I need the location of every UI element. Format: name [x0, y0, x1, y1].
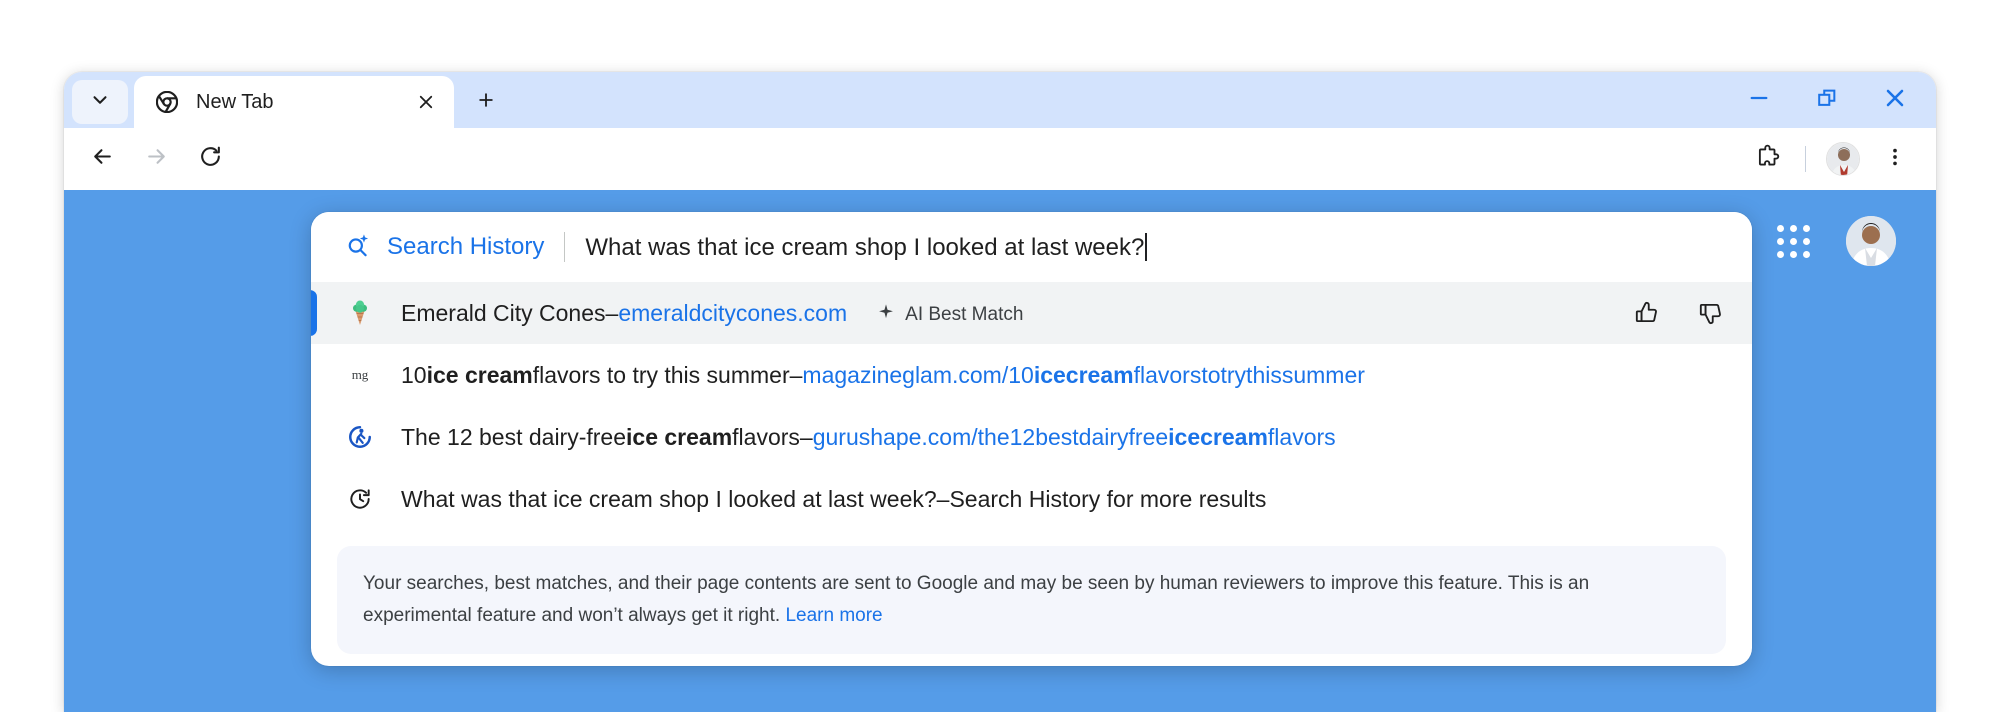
learn-more-link[interactable]: Learn more	[785, 605, 882, 626]
restore-icon	[1816, 87, 1838, 114]
suggestion-title-pre: 10	[401, 362, 427, 389]
suggestion-title-post: flavors	[732, 424, 800, 451]
sparkle-icon	[877, 303, 895, 327]
suggestion-url-match: icecream	[1034, 362, 1134, 389]
suggestion-url: emeraldcitycones.com	[618, 300, 847, 327]
omnibox-dropdown: Search History What was that ice cream s…	[311, 212, 1752, 666]
puzzle-piece-icon	[1755, 144, 1781, 175]
close-icon[interactable]	[412, 88, 440, 116]
suggestion-row-magazineglam[interactable]: mg 10 ice cream flavors to try this summ…	[311, 344, 1752, 406]
browser-toolbar	[64, 128, 1936, 190]
text-caret	[1145, 233, 1147, 261]
suggestion-url-post: flavors	[1268, 424, 1336, 451]
extensions-button[interactable]	[1745, 136, 1791, 182]
back-button[interactable]	[78, 135, 126, 183]
avatar	[1826, 142, 1860, 176]
account-avatar[interactable]	[1846, 216, 1896, 266]
magazineglam-favicon-text: mg	[347, 362, 373, 388]
minimize-button[interactable]	[1742, 83, 1776, 117]
suggestion-separator: –	[937, 486, 950, 513]
tab-title: New Tab	[196, 91, 412, 114]
history-clock-icon	[345, 486, 375, 512]
browser-menu-button[interactable]	[1872, 136, 1918, 182]
new-tab-button[interactable]	[464, 80, 508, 124]
back-arrow-icon	[90, 144, 115, 174]
magazineglam-favicon: mg	[345, 362, 375, 388]
search-sparkle-icon	[345, 232, 371, 263]
apps-grid-icon[interactable]	[1777, 225, 1810, 258]
forward-arrow-icon	[144, 144, 169, 174]
suggestion-text: What was that ice cream shop I looked at…	[401, 486, 1266, 513]
forward-button[interactable]	[132, 135, 180, 183]
omnibox-query-text: What was that ice cream shop I looked at…	[585, 234, 1144, 261]
ai-disclaimer-text: Your searches, best matches, and their p…	[363, 573, 1589, 626]
toolbar-divider	[1805, 146, 1806, 172]
close-window-button[interactable]	[1878, 83, 1912, 117]
toolbar-right-actions	[1745, 136, 1918, 182]
suggestion-separator: –	[606, 300, 619, 327]
search-history-label: Search History	[387, 233, 544, 261]
suggestion-title: What was that ice cream shop I looked at…	[401, 486, 937, 513]
suggestion-title-pre: The 12 best dairy-free	[401, 424, 626, 451]
chrome-logo-icon	[156, 91, 178, 113]
omnibox-region[interactable]	[240, 135, 1745, 183]
reload-button[interactable]	[186, 135, 234, 183]
suggestion-row-gurushape[interactable]: The 12 best dairy-free ice cream flavors…	[311, 406, 1752, 468]
suggestion-text: The 12 best dairy-free ice cream flavors…	[401, 424, 1336, 451]
tab-strip: New Tab	[64, 72, 1936, 128]
ai-best-match-badge: AI Best Match	[877, 303, 1023, 327]
suggestion-url-pre: magazineglam.com/10	[802, 362, 1033, 389]
tab-search-button[interactable]	[72, 80, 128, 124]
suggestion-title-post: flavors to try this summer	[533, 362, 790, 389]
thumbs-down-icon[interactable]	[1696, 298, 1726, 328]
chevron-down-icon	[89, 89, 111, 116]
suggestion-row-search-history-more[interactable]: What was that ice cream shop I looked at…	[311, 468, 1752, 530]
profile-button[interactable]	[1820, 136, 1866, 182]
reload-icon	[198, 144, 223, 174]
suggestion-url-post: flavorstotrythissummer	[1134, 362, 1365, 389]
suggestion-url-match: icecream	[1168, 424, 1268, 451]
ice-cream-cone-favicon	[345, 299, 375, 327]
omnibox-input-row[interactable]: Search History What was that ice cream s…	[311, 212, 1752, 282]
window-controls	[1742, 72, 1922, 128]
omnibox-chip-divider	[564, 232, 565, 262]
suggestion-text: Emerald City Cones – emeraldcitycones.co…	[401, 300, 1023, 327]
tab-new-tab[interactable]: New Tab	[134, 76, 454, 128]
plus-icon	[476, 90, 496, 115]
suggestion-title-match: ice cream	[626, 424, 732, 451]
suggestion-separator: –	[790, 362, 803, 389]
suggestion-title: Emerald City Cones	[401, 300, 606, 327]
restore-button[interactable]	[1810, 83, 1844, 117]
thumbs-up-icon[interactable]	[1632, 298, 1662, 328]
ai-best-match-label: AI Best Match	[905, 304, 1023, 326]
ai-disclaimer: Your searches, best matches, and their p…	[337, 546, 1726, 654]
suggestion-feedback-actions	[1632, 298, 1726, 328]
gurushape-favicon	[345, 424, 375, 450]
three-dot-menu-icon	[1884, 146, 1906, 173]
search-history-chip[interactable]: Search History	[345, 232, 544, 263]
suggestion-separator: –	[800, 424, 813, 451]
browser-window: New Tab	[64, 72, 1936, 712]
close-icon	[1883, 86, 1907, 115]
suggestion-row-ai-best-match[interactable]: Emerald City Cones – emeraldcitycones.co…	[311, 282, 1752, 344]
suggestion-suffix: Search History for more results	[949, 486, 1266, 513]
omnibox-input[interactable]: What was that ice cream shop I looked at…	[585, 233, 1752, 262]
minimize-icon	[1748, 87, 1770, 114]
suggestion-url-pre: gurushape.com/the12bestdairyfree	[813, 424, 1168, 451]
suggestion-text: 10 ice cream flavors to try this summer …	[401, 362, 1365, 389]
suggestion-title-match: ice cream	[427, 362, 533, 389]
